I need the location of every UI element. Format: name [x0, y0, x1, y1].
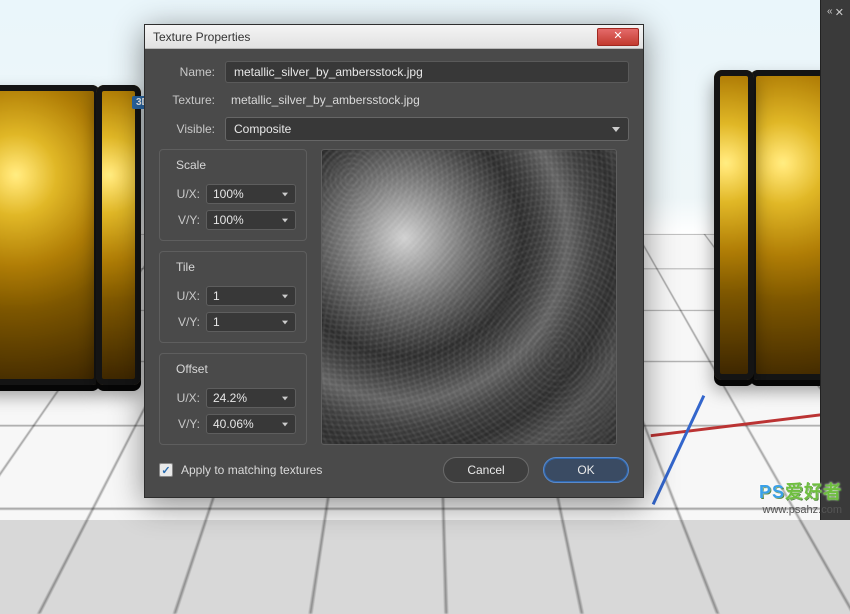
scale-vy-value: 100%: [213, 213, 244, 227]
scale-ux-label: U/X:: [170, 187, 200, 201]
apply-matching-checkbox[interactable]: ✓: [159, 463, 173, 477]
scale-group-label: Scale: [172, 158, 210, 172]
texture-preview: [321, 149, 617, 445]
visible-label: Visible:: [159, 122, 215, 136]
scale-vy-label: V/Y:: [170, 213, 200, 227]
apply-matching-checkbox-row[interactable]: ✓ Apply to matching textures: [159, 463, 322, 477]
tile-group: Tile U/X: 1 V/Y: 1: [159, 251, 307, 343]
dialog-title: Texture Properties: [153, 30, 250, 44]
texture-label: Texture:: [159, 93, 215, 107]
offset-ux-value: 24.2%: [213, 391, 247, 405]
tile-ux-value: 1: [213, 289, 220, 303]
offset-group: Offset U/X: 24.2% V/Y: 40.06%: [159, 353, 307, 445]
dialog-content: Name: Texture: metallic_silver_by_ambers…: [145, 49, 643, 497]
texture-value: metallic_silver_by_ambersstock.jpg: [225, 91, 629, 109]
offset-group-label: Offset: [172, 362, 212, 376]
tile-vy-input[interactable]: 1: [206, 312, 296, 332]
cancel-button[interactable]: Cancel: [443, 457, 529, 483]
offset-ux-input[interactable]: 24.2%: [206, 388, 296, 408]
chevron-down-icon: [282, 218, 288, 222]
name-label: Name:: [159, 65, 215, 79]
chevron-down-icon: [282, 396, 288, 400]
right-collapsed-panel: « ✕: [820, 0, 850, 520]
panel-collapse-icon[interactable]: «: [827, 6, 833, 17]
scale-ux-input[interactable]: 100%: [206, 184, 296, 204]
scale-group: Scale U/X: 100% V/Y: 100%: [159, 149, 307, 241]
watermark: PS爱好者 www.psahz.com: [759, 478, 842, 516]
chevron-down-icon: [282, 294, 288, 298]
texture-properties-dialog: Texture Properties ✕ Name: Texture: meta…: [144, 24, 644, 498]
tile-vy-label: V/Y:: [170, 315, 200, 329]
chevron-down-icon: [612, 127, 620, 132]
tile-ux-input[interactable]: 1: [206, 286, 296, 306]
tile-vy-value: 1: [213, 315, 220, 329]
offset-vy-value: 40.06%: [213, 417, 254, 431]
close-icon: ✕: [613, 31, 622, 42]
gold-3d-letter: [714, 70, 754, 380]
chevron-down-icon: [282, 192, 288, 196]
watermark-brand-ps: PS: [759, 482, 785, 502]
offset-vy-input[interactable]: 40.06%: [206, 414, 296, 434]
scale-ux-value: 100%: [213, 187, 244, 201]
check-icon: ✓: [161, 464, 170, 477]
apply-matching-label: Apply to matching textures: [181, 463, 322, 477]
panel-close-icon[interactable]: ✕: [835, 6, 844, 19]
chevron-down-icon: [282, 320, 288, 324]
scale-vy-input[interactable]: 100%: [206, 210, 296, 230]
dialog-titlebar[interactable]: Texture Properties ✕: [145, 25, 643, 49]
watermark-url: www.psahz.com: [759, 504, 842, 516]
visible-select-value: Composite: [234, 122, 291, 136]
tile-group-label: Tile: [172, 260, 199, 274]
tile-ux-label: U/X:: [170, 289, 200, 303]
dialog-close-button[interactable]: ✕: [597, 28, 639, 46]
offset-ux-label: U/X:: [170, 391, 200, 405]
name-input[interactable]: [225, 61, 629, 83]
watermark-brand-rest: 爱好者: [785, 482, 842, 502]
gold-3d-letter: [0, 85, 100, 385]
offset-vy-label: V/Y:: [170, 417, 200, 431]
ok-button[interactable]: OK: [543, 457, 629, 483]
gold-3d-letter: [96, 85, 141, 385]
chevron-down-icon: [282, 422, 288, 426]
visible-select[interactable]: Composite: [225, 117, 629, 141]
